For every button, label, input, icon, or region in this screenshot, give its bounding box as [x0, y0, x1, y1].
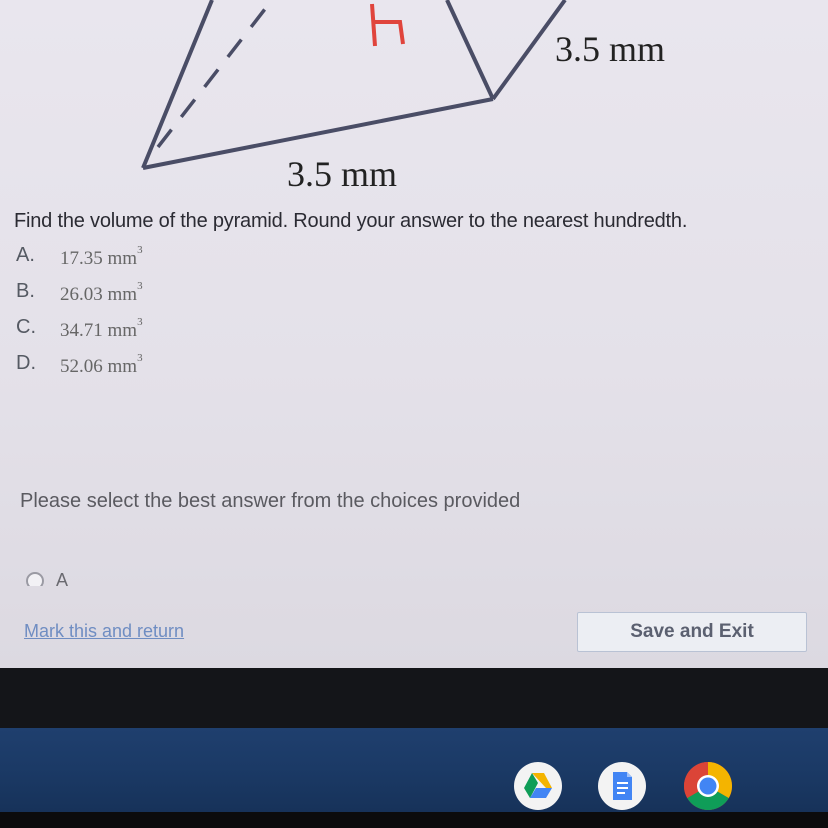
- edge-label-right: 3.5 mm: [555, 29, 665, 69]
- radio-label: A: [56, 570, 69, 586]
- choice-value: 34.71 mm3: [60, 316, 143, 341]
- save-and-exit-button[interactable]: Save and Exit: [577, 612, 807, 652]
- edge-label-bottom: 3.5 mm: [287, 154, 397, 194]
- google-docs-icon[interactable]: [598, 762, 646, 810]
- chrome-icon[interactable]: [684, 762, 732, 810]
- choice-letter: A.: [16, 244, 35, 266]
- choice-letter: B.: [16, 280, 35, 302]
- radio-option-a[interactable]: A: [26, 566, 68, 586]
- choice-c: C. 34.71 mm3: [16, 316, 143, 352]
- pyramid-edge-left: [141, 0, 214, 169]
- quiz-screen: 3.5 mm 3.5 mm Find the volume of the pyr…: [0, 0, 828, 668]
- answer-choices: A. 17.35 mm3 B. 26.03 mm3 C. 34.71 mm3 D…: [16, 244, 143, 388]
- choice-value: 52.06 mm3: [60, 352, 143, 377]
- choice-letter: D.: [16, 352, 36, 374]
- google-drive-icon[interactable]: [514, 762, 562, 810]
- pyramid-diagram: 3.5 mm 3.5 mm: [141, 0, 665, 194]
- screen-bezel: [0, 668, 828, 728]
- height-marker: [370, 3, 405, 47]
- mark-and-return-link[interactable]: Mark this and return: [24, 621, 184, 642]
- choice-d: D. 52.06 mm3: [16, 352, 143, 388]
- shelf-bottom-edge: [0, 812, 828, 828]
- select-prompt: Please select the best answer from the c…: [20, 490, 521, 512]
- chromeos-shelf: [0, 728, 828, 828]
- choice-b: B. 26.03 mm3: [16, 280, 143, 316]
- pyramid-edge-front: [445, 0, 495, 100]
- choice-letter: C.: [16, 316, 36, 338]
- choice-a: A. 17.35 mm3: [16, 244, 143, 280]
- pyramid-hidden-edge: [156, 0, 274, 149]
- choice-value: 26.03 mm3: [60, 280, 143, 305]
- choice-value: 17.35 mm3: [60, 244, 143, 269]
- radio-button[interactable]: [26, 572, 44, 586]
- question-text: Find the volume of the pyramid. Round yo…: [14, 210, 688, 232]
